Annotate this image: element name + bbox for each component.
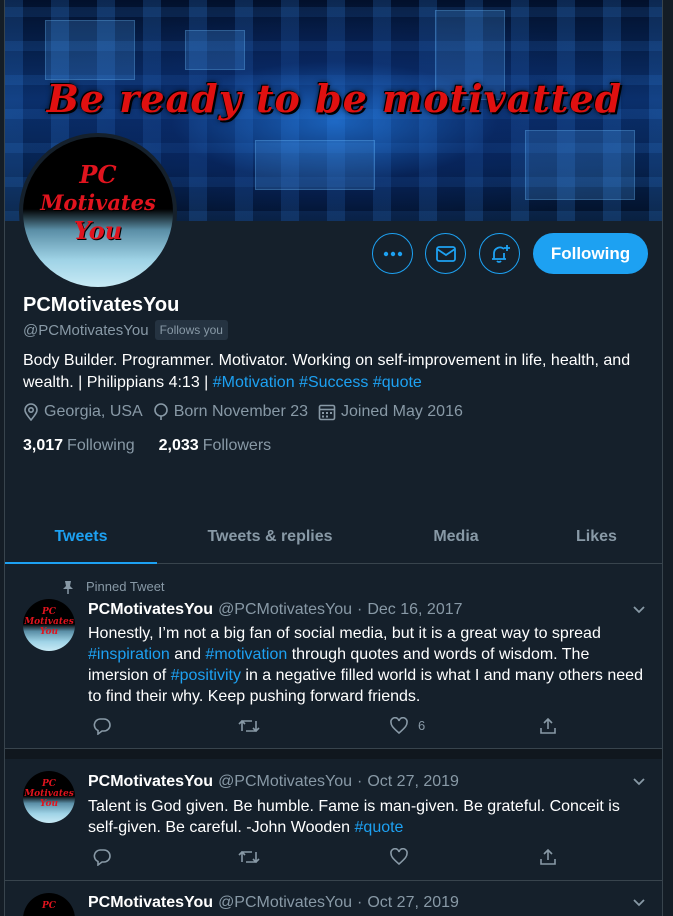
hashtag-link[interactable]: #Success — [299, 374, 368, 391]
banner-title: Be ready to be motivatted — [46, 76, 623, 121]
caret-down-icon[interactable] — [632, 605, 646, 615]
like-icon — [390, 848, 408, 865]
tweet-avatar[interactable]: PC Motivates You — [23, 599, 75, 651]
retweet-button[interactable] — [238, 848, 260, 866]
hashtag-link[interactable]: #Motivation — [213, 374, 295, 391]
like-button[interactable] — [390, 848, 408, 865]
profile-meta: Georgia, USA Born November 23 Joined May… — [23, 403, 463, 421]
profile-bio: Body Builder. Programmer. Motivator. Wor… — [23, 352, 631, 391]
caret-down-icon[interactable] — [632, 777, 646, 787]
share-icon — [540, 848, 556, 865]
tweet-author-handle: @PCMotivatesYou — [218, 894, 352, 911]
profile-tabs: Tweets Tweets & replies Media Likes — [5, 510, 662, 564]
tab-likes[interactable]: Likes — [529, 510, 662, 563]
reply-button[interactable] — [93, 848, 111, 866]
handle-row: @PCMotivatesYou Follows you — [23, 320, 228, 340]
tweet-header: PCMotivatesYou @PCMotivatesYou · Dec 16,… — [88, 601, 463, 619]
hashtag-link[interactable]: #motivation — [205, 646, 287, 663]
tweet-text: Honestly, I’m not a big fan of social me… — [88, 625, 643, 705]
tweet-author-handle: @PCMotivatesYou — [218, 601, 352, 618]
tweet-avatar[interactable]: PC — [23, 893, 75, 916]
retweet-icon — [238, 719, 260, 733]
banner-decoration — [185, 30, 245, 70]
tweet-avatar[interactable]: PC Motivates You — [23, 771, 75, 823]
banner-decoration — [525, 130, 635, 200]
joined-date: Joined May 2016 — [318, 403, 463, 421]
separator-dot: · — [357, 773, 363, 790]
profile-avatar[interactable]: PC Motivates You — [19, 133, 177, 291]
notifications-button[interactable] — [479, 233, 520, 274]
notification-bell-icon — [491, 244, 510, 263]
hashtag-link[interactable]: #positivity — [171, 667, 241, 684]
tweet-header: PCMotivatesYou @PCMotivatesYou · Oct 27,… — [88, 894, 459, 912]
hashtag-link[interactable]: #inspiration — [88, 646, 170, 663]
tweet-item[interactable]: PC Motivates You PCMotivatesYou @PCMotiv… — [5, 759, 662, 881]
tweet-author-name[interactable]: PCMotivatesYou — [88, 773, 213, 791]
retweet-icon — [238, 850, 260, 864]
message-icon — [435, 245, 456, 262]
profile-name: PCMotivatesYou — [23, 294, 180, 316]
more-options-button[interactable] — [372, 233, 413, 274]
message-button[interactable] — [425, 233, 466, 274]
tweet-date[interactable]: Oct 27, 2019 — [367, 894, 459, 912]
calendar-icon — [318, 404, 336, 421]
reply-button[interactable] — [93, 717, 111, 735]
follow-counts: 3,017 Following 2,033 Followers — [23, 437, 271, 455]
share-button[interactable] — [539, 717, 557, 735]
caret-down-icon[interactable] — [632, 898, 646, 908]
tweet-author-name[interactable]: PCMotivatesYou — [88, 894, 213, 912]
tab-media[interactable]: Media — [383, 510, 529, 563]
avatar-logo: PC Motivates You — [40, 160, 156, 245]
tab-tweets-and-replies[interactable]: Tweets & replies — [157, 510, 383, 563]
banner-decoration — [45, 20, 135, 80]
hashtag-link[interactable]: #quote — [355, 819, 404, 836]
birthday: Born November 23 — [153, 403, 308, 421]
tab-tweets[interactable]: Tweets — [5, 510, 157, 564]
hashtag-link[interactable]: #quote — [373, 374, 422, 391]
birthday-icon — [153, 403, 168, 420]
like-icon — [390, 717, 408, 734]
more-icon — [383, 251, 402, 256]
like-count: 6 — [418, 718, 426, 733]
tweet-author-handle: @PCMotivatesYou — [218, 773, 352, 790]
tweet-actions — [88, 848, 558, 870]
location-icon — [24, 403, 38, 421]
tweet-separator — [5, 749, 662, 759]
location: Georgia, USA — [23, 403, 143, 421]
share-icon — [540, 717, 556, 734]
separator-dot: · — [357, 601, 363, 618]
followers-count-link[interactable]: 2,033 Followers — [159, 437, 272, 455]
separator-dot: · — [357, 894, 363, 911]
tweet-header: PCMotivatesYou @PCMotivatesYou · Oct 27,… — [88, 773, 459, 791]
reply-icon — [93, 849, 111, 866]
tweet-item[interactable]: PC PCMotivatesYou @PCMotivatesYou · Oct … — [5, 881, 662, 916]
profile-page: Be ready to be motivatted PC Motivates Y… — [4, 0, 663, 916]
tweet-actions: 6 — [88, 717, 558, 739]
tweet-date[interactable]: Oct 27, 2019 — [367, 773, 459, 791]
like-button[interactable]: 6 — [390, 717, 425, 734]
tweet-item[interactable]: PC Motivates You PCMotivatesYou @PCMotiv… — [5, 565, 662, 749]
share-button[interactable] — [539, 848, 557, 866]
retweet-button[interactable] — [238, 717, 260, 735]
tweet-date[interactable]: Dec 16, 2017 — [367, 601, 462, 619]
follows-you-badge: Follows you — [154, 320, 228, 340]
reply-icon — [93, 718, 111, 735]
following-button[interactable]: Following — [533, 233, 648, 274]
tweet-author-name[interactable]: PCMotivatesYou — [88, 601, 213, 619]
tweet-text: Talent is God given. Be humble. Fame is … — [88, 798, 620, 836]
profile-handle: @PCMotivatesYou — [23, 321, 149, 339]
following-count-link[interactable]: 3,017 Following — [23, 437, 135, 455]
banner-decoration — [255, 140, 375, 190]
